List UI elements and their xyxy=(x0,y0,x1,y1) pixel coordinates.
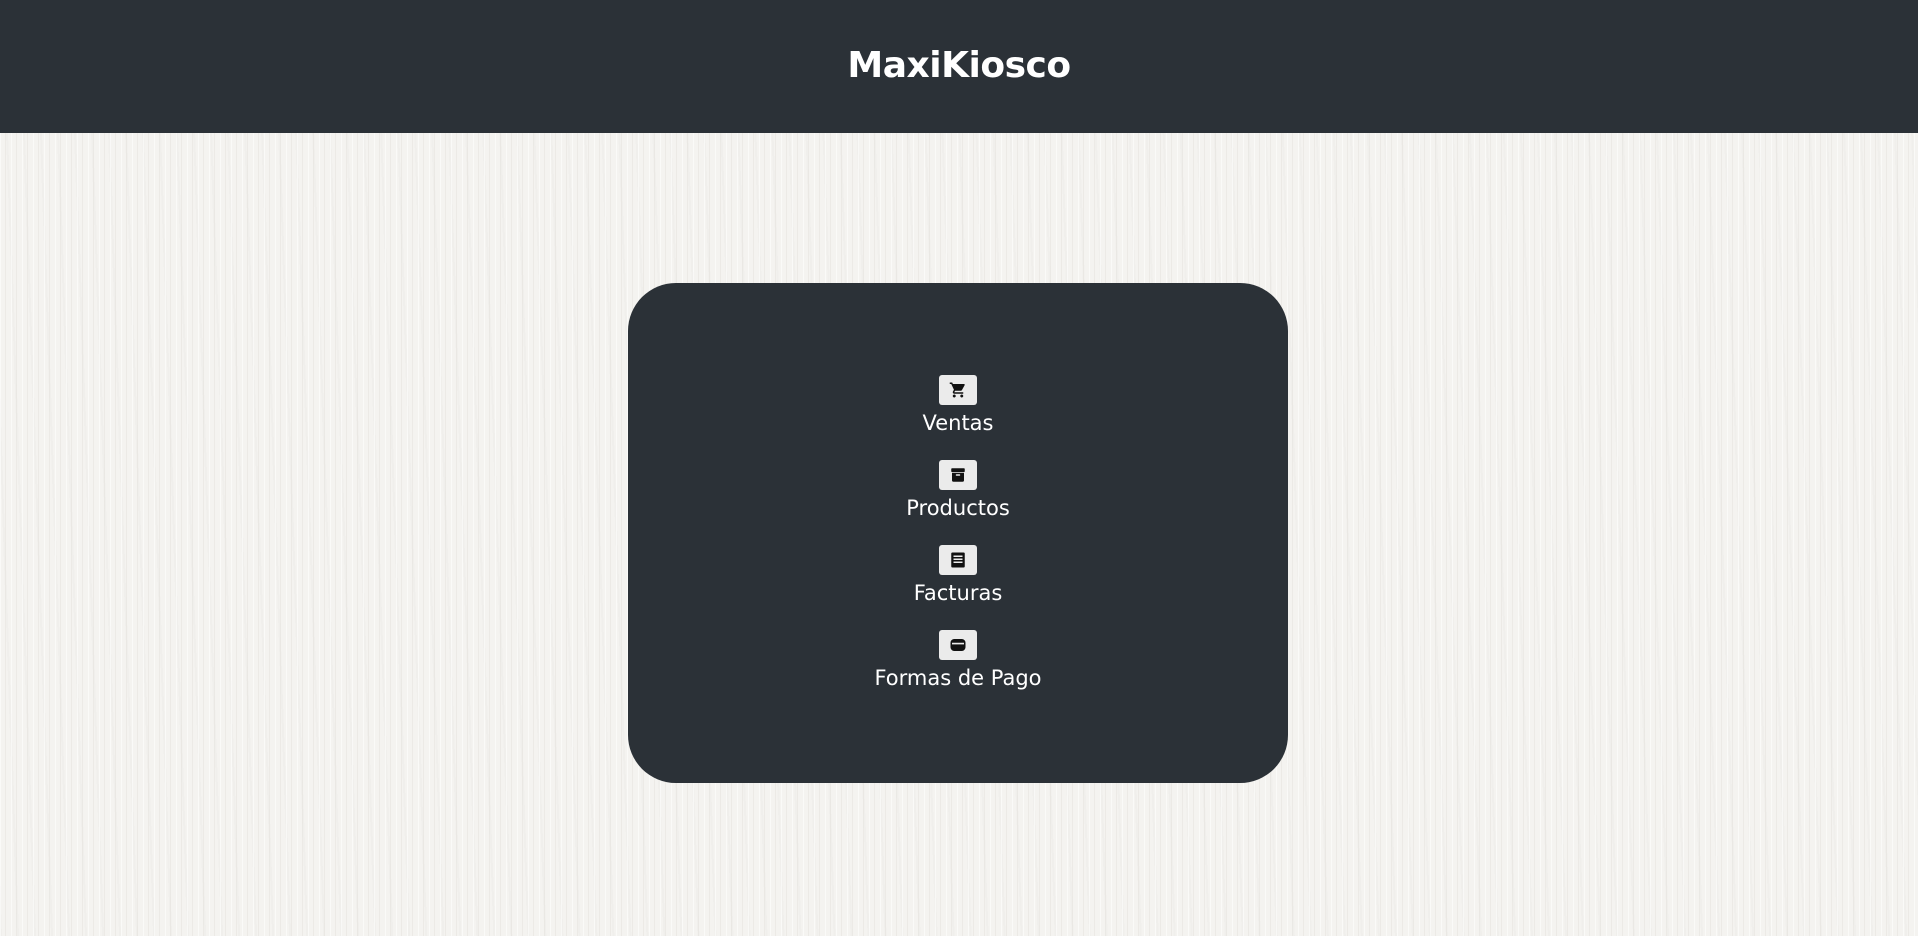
menu-item-label: Facturas xyxy=(913,581,1003,605)
productos-icon-button[interactable] xyxy=(939,460,977,490)
app-title: MaxiKiosco xyxy=(847,45,1071,86)
menu-item-label: Productos xyxy=(906,496,1010,520)
menu-item-facturas[interactable]: Facturas xyxy=(913,545,1003,610)
menu-item-label: Ventas xyxy=(922,411,994,435)
facturas-icon-button[interactable] xyxy=(939,545,977,575)
formas-de-pago-icon-button[interactable] xyxy=(938,630,977,660)
shopping-cart-icon xyxy=(949,382,965,398)
menu-item-label: Formas de Pago xyxy=(874,666,1042,690)
top-header: MaxiKiosco xyxy=(0,0,1918,133)
receipt-list-icon xyxy=(951,552,965,568)
archive-box-icon xyxy=(951,468,965,482)
main-menu-panel: Ventas Productos Facturas Formas de Pago xyxy=(628,283,1288,783)
menu-item-productos[interactable]: Productos xyxy=(906,460,1010,525)
menu-item-ventas[interactable]: Ventas xyxy=(922,375,994,440)
wallet-icon xyxy=(950,639,966,651)
ventas-icon-button[interactable] xyxy=(938,375,977,405)
menu-item-formas-de-pago[interactable]: Formas de Pago xyxy=(874,630,1042,695)
